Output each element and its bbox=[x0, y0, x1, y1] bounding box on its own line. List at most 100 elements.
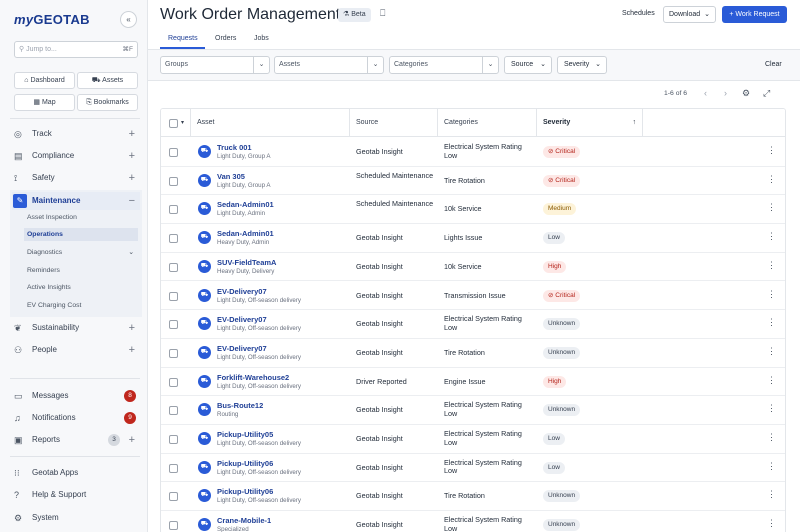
row-checkbox[interactable] bbox=[169, 148, 178, 157]
clear-filters-button[interactable]: Clear bbox=[765, 61, 782, 68]
assets-filter[interactable]: Assets ⌄ bbox=[274, 56, 384, 74]
table-row[interactable]: ⛟ Pickup-Utility06 Light Duty, Off-season … bbox=[161, 454, 785, 483]
prev-page-icon[interactable]: ‹ bbox=[704, 88, 707, 98]
collapse-sidebar-button[interactable]: « bbox=[120, 11, 137, 28]
row-actions-kebab-icon[interactable]: ⋮ bbox=[767, 202, 776, 213]
groups-filter[interactable]: Groups ⌄ bbox=[160, 56, 270, 74]
column-header-severity[interactable]: Severity ↑ bbox=[537, 109, 643, 137]
table-row[interactable]: ⛟ Bus-Route12 Routing Geotab Insight Electri… bbox=[161, 396, 785, 425]
column-header-asset[interactable]: Asset bbox=[191, 109, 350, 137]
jump-to-search-input[interactable]: ⚲ Jump to... ⌘F bbox=[14, 41, 138, 58]
asset-name-link[interactable]: EV-Delivery07 bbox=[217, 287, 267, 296]
asset-name-link[interactable]: Truck 001 bbox=[217, 143, 252, 152]
severity-filter[interactable]: Severity ⌄ bbox=[557, 56, 607, 74]
table-row[interactable]: ⛟ SUV-FieldTeamA Heavy Duty, Delivery Geota… bbox=[161, 253, 785, 282]
table-row[interactable]: ⛟ EV-Delivery07 Light Duty, Off-season del… bbox=[161, 282, 785, 311]
row-actions-kebab-icon[interactable]: ⋮ bbox=[767, 289, 776, 300]
nav-item-notifications[interactable]: ♫ Notifications 9 bbox=[12, 409, 140, 427]
source-filter[interactable]: Source ⌄ bbox=[504, 56, 552, 74]
sub-item-asset-inspection[interactable]: Asset Inspection bbox=[24, 211, 138, 224]
table-row[interactable]: ⛟ Crane-Mobile-1 Specialized Geotab Insight… bbox=[161, 511, 785, 532]
tab-orders[interactable]: Orders bbox=[215, 35, 236, 42]
row-checkbox[interactable] bbox=[169, 176, 178, 186]
next-page-icon[interactable]: › bbox=[724, 88, 727, 98]
nav-item-people[interactable]: ⚇ People + bbox=[12, 341, 140, 359]
nav-item-help-support[interactable]: ? Help & Support bbox=[12, 486, 140, 504]
nav-item-messages[interactable]: ▭ Messages 8 bbox=[12, 387, 140, 405]
asset-name-link[interactable]: Sedan-Admin01 bbox=[217, 200, 274, 209]
expand-plus-icon[interactable]: + bbox=[129, 147, 135, 165]
table-row[interactable]: ⛟ Sedan-Admin01 Light Duty, Admin Scheduled… bbox=[161, 195, 785, 225]
table-row[interactable]: ⛟ EV-Delivery07 Light Duty, Off-season del… bbox=[161, 310, 785, 339]
asset-name-link[interactable]: EV-Delivery07 bbox=[217, 315, 267, 324]
row-checkbox[interactable] bbox=[169, 291, 178, 301]
expand-plus-icon[interactable]: + bbox=[129, 125, 135, 143]
sub-item-ev-charging-cost[interactable]: EV Charging Cost bbox=[24, 299, 138, 312]
asset-name-link[interactable]: Pickup-Utility06 bbox=[217, 487, 273, 496]
row-checkbox[interactable] bbox=[169, 435, 178, 444]
row-actions-kebab-icon[interactable]: ⋮ bbox=[767, 174, 776, 185]
row-checkbox[interactable] bbox=[169, 463, 178, 473]
settings-gear-icon[interactable]: ⚙ bbox=[742, 88, 750, 99]
collapse-minus-icon[interactable]: − bbox=[129, 192, 135, 210]
row-actions-kebab-icon[interactable]: ⋮ bbox=[767, 346, 776, 357]
bookmark-page-icon[interactable]: ⎕ bbox=[380, 8, 385, 19]
column-header-source[interactable]: Source bbox=[350, 109, 438, 137]
map-button[interactable]: ▦ Map bbox=[14, 94, 75, 111]
caret-down-icon[interactable]: ▾ bbox=[181, 109, 184, 137]
nav-item-sustainability[interactable]: ❦ Sustainability + bbox=[12, 319, 140, 337]
categories-filter[interactable]: Categories ⌄ bbox=[389, 56, 499, 74]
row-actions-kebab-icon[interactable]: ⋮ bbox=[767, 432, 776, 443]
table-row[interactable]: ⛟ Pickup-Utility06 Light Duty, Off-season … bbox=[161, 482, 785, 512]
asset-name-link[interactable]: EV-Delivery07 bbox=[217, 344, 267, 353]
tab-requests[interactable]: Requests bbox=[168, 35, 198, 42]
row-actions-kebab-icon[interactable]: ⋮ bbox=[767, 231, 776, 242]
asset-name-link[interactable]: SUV-FieldTeamA bbox=[217, 258, 276, 267]
row-checkbox[interactable] bbox=[169, 320, 178, 330]
row-checkbox[interactable] bbox=[169, 521, 178, 531]
asset-name-link[interactable]: Sedan-Admin01 bbox=[217, 229, 274, 238]
row-actions-kebab-icon[interactable]: ⋮ bbox=[767, 317, 776, 328]
work-request-button[interactable]: + Work Request bbox=[722, 6, 787, 23]
asset-name-link[interactable]: Pickup-Utility05 bbox=[217, 430, 273, 439]
sub-item-active-insights[interactable]: Active Insights bbox=[24, 281, 138, 294]
tab-jobs[interactable]: Jobs bbox=[254, 35, 269, 42]
download-dropdown[interactable]: Download ⌄ bbox=[663, 6, 716, 23]
nav-item-track[interactable]: ◎ Track + bbox=[12, 125, 140, 143]
table-row[interactable]: ⛟ Sedan-Admin01 Heavy Duty, Admin Geotab In… bbox=[161, 224, 785, 253]
column-header-categories[interactable]: Categories bbox=[438, 109, 537, 137]
row-checkbox[interactable] bbox=[169, 262, 178, 272]
table-row[interactable]: ⛟ Forklift-Warehouse2 Light Duty, Off-seas… bbox=[161, 368, 785, 397]
row-checkbox[interactable] bbox=[169, 234, 178, 244]
sub-item-diagnostics[interactable]: Diagnostics ⌄ bbox=[24, 246, 138, 259]
asset-name-link[interactable]: Pickup-Utility06 bbox=[217, 459, 273, 468]
schedules-button[interactable]: Schedules bbox=[622, 10, 655, 17]
expand-plus-icon[interactable]: + bbox=[129, 319, 135, 337]
nav-item-reports[interactable]: ▣ Reports 3 + bbox=[12, 431, 140, 449]
row-actions-kebab-icon[interactable]: ⋮ bbox=[767, 375, 776, 386]
row-checkbox[interactable] bbox=[169, 348, 178, 358]
expand-plus-icon[interactable]: + bbox=[129, 169, 135, 187]
dashboard-button[interactable]: ⌂ Dashboard bbox=[14, 72, 75, 89]
row-checkbox[interactable] bbox=[169, 406, 178, 416]
asset-name-link[interactable]: Crane-Mobile-1 bbox=[217, 516, 271, 525]
sort-arrow-up-icon[interactable]: ↑ bbox=[633, 109, 637, 137]
table-row[interactable]: ⛟ Truck 001 Light Duty, Group A Geotab Insi… bbox=[161, 138, 785, 167]
row-actions-kebab-icon[interactable]: ⋮ bbox=[767, 461, 776, 472]
expand-plus-icon[interactable]: + bbox=[129, 431, 135, 449]
row-actions-kebab-icon[interactable]: ⋮ bbox=[767, 489, 776, 500]
table-row[interactable]: ⛟ EV-Delivery07 Light Duty, Off-season del… bbox=[161, 339, 785, 368]
row-checkbox[interactable] bbox=[169, 205, 178, 215]
nav-item-compliance[interactable]: ▤ Compliance + bbox=[12, 147, 140, 165]
table-row[interactable]: ⛟ Pickup-Utility05 Light Duty, Off-season … bbox=[161, 425, 785, 454]
row-actions-kebab-icon[interactable]: ⋮ bbox=[767, 403, 776, 414]
asset-name-link[interactable]: Van 305 bbox=[217, 172, 245, 181]
row-checkbox[interactable] bbox=[169, 492, 178, 502]
row-actions-kebab-icon[interactable]: ⋮ bbox=[767, 145, 776, 156]
sub-item-operations[interactable]: Operations bbox=[24, 228, 138, 241]
expand-icon[interactable]: ⤢ bbox=[763, 88, 770, 99]
row-actions-kebab-icon[interactable]: ⋮ bbox=[767, 518, 776, 529]
sub-item-reminders[interactable]: Reminders bbox=[24, 264, 138, 277]
nav-item-system[interactable]: ⚙ System bbox=[12, 509, 140, 527]
geotab-logo[interactable]: myGEOTAB bbox=[14, 12, 90, 27]
